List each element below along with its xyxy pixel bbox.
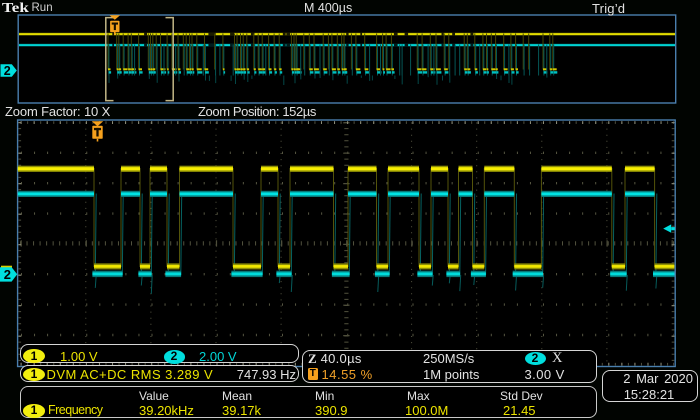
svg-text:2: 2 <box>4 267 11 282</box>
svg-text:2: 2 <box>4 64 11 78</box>
